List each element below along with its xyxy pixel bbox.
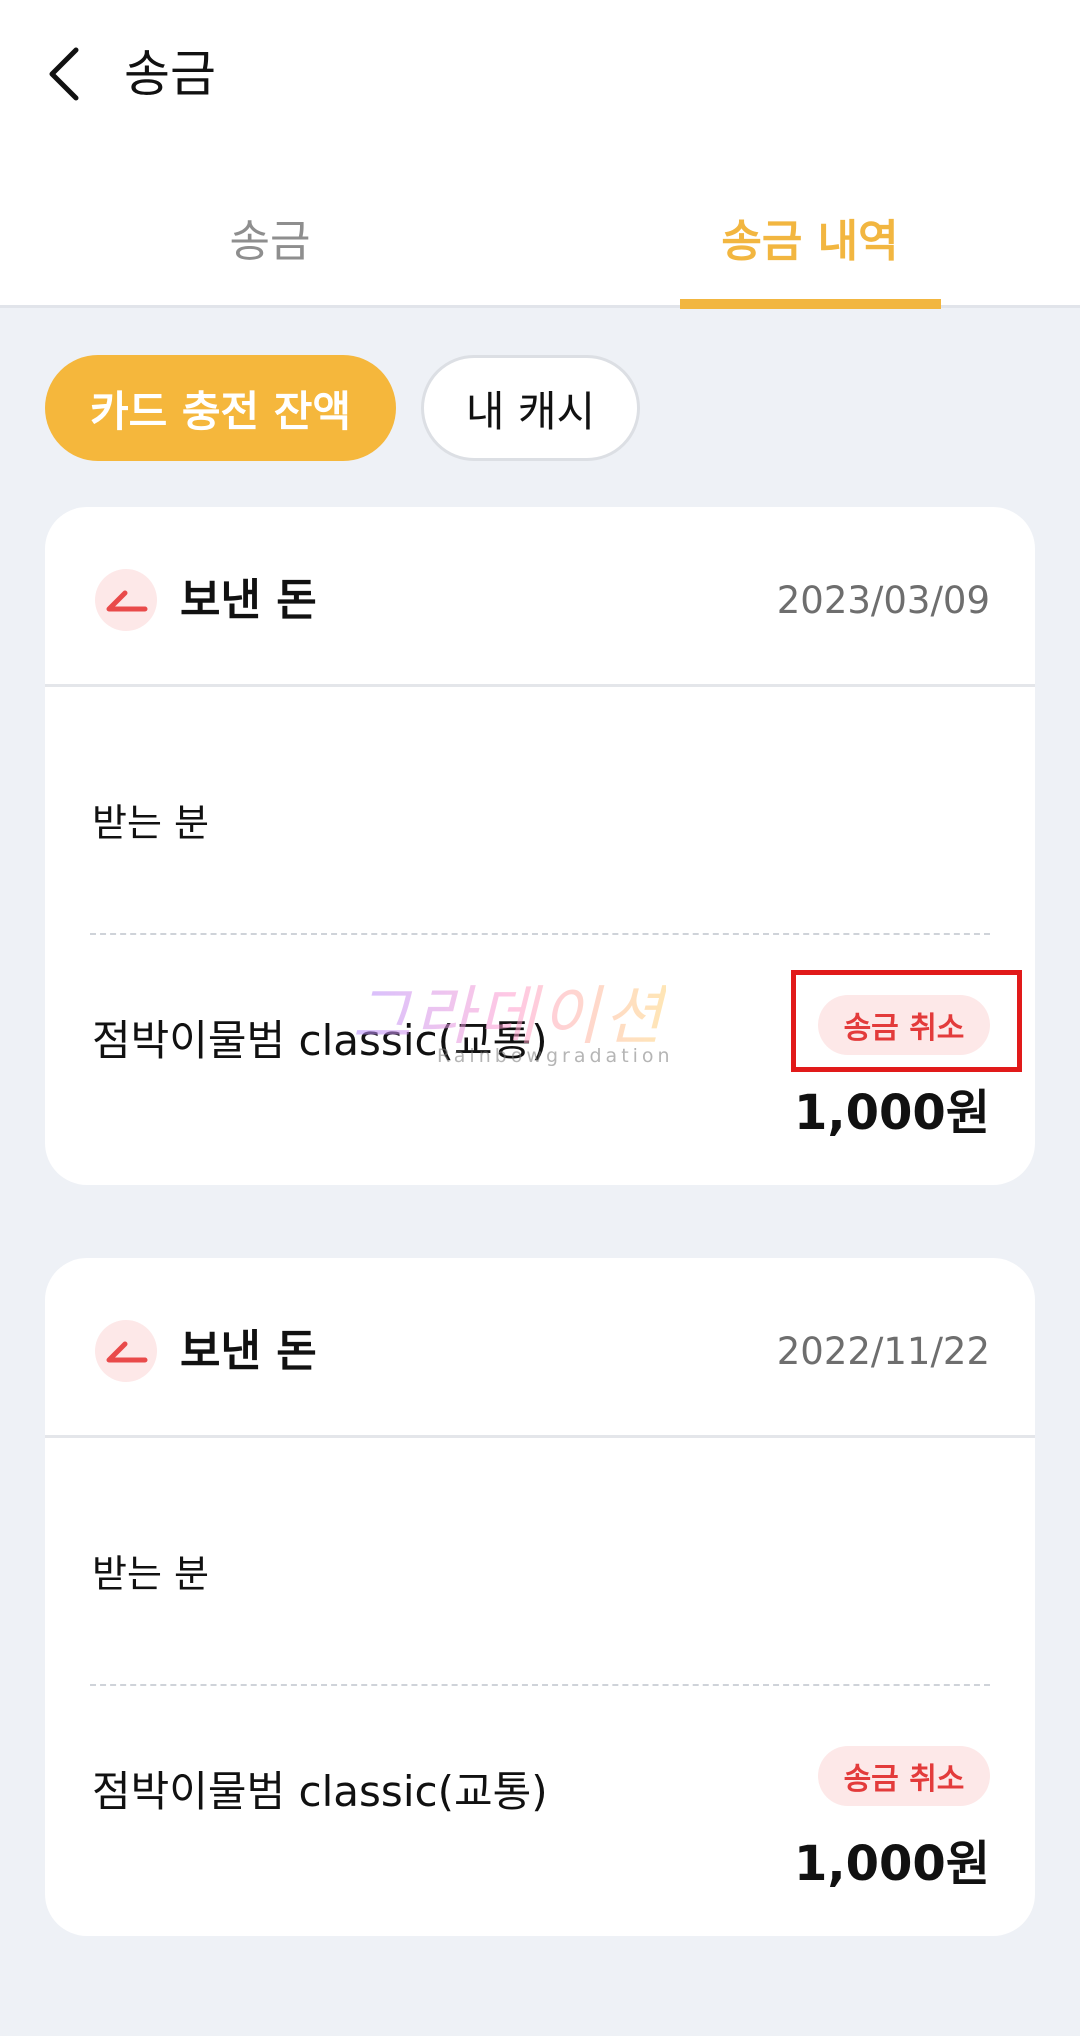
tab-send-label: 송금 xyxy=(229,216,311,267)
cancel-transfer-button[interactable]: 송금 취소 xyxy=(818,995,990,1055)
filter-my-cash[interactable]: 내 캐시 xyxy=(421,355,640,461)
sent-arrow-icon xyxy=(95,1320,157,1382)
recipient-label: 받는 분 xyxy=(92,801,209,845)
cancel-transfer-button[interactable]: 송금 취소 xyxy=(818,1746,990,1806)
recipient-label: 받는 분 xyxy=(92,1552,209,1596)
transaction-type: 보낸 돈 xyxy=(180,1326,317,1377)
filter-card-balance[interactable]: 카드 충전 잔액 xyxy=(45,355,396,461)
top-bar: 송금 송금 송금 내역 xyxy=(0,0,1080,309)
transaction-header: 보낸 돈 2022/11/22 xyxy=(45,1258,1035,1438)
active-tab-indicator xyxy=(680,299,941,309)
transaction-date: 2023/03/09 xyxy=(776,579,990,622)
transaction-amount: 1,000원 xyxy=(794,1085,990,1141)
transaction-card: 보낸 돈 2023/03/09 받는 분 점박이물범 classic(교통) 송… xyxy=(45,507,1035,1185)
back-button[interactable] xyxy=(40,44,100,104)
sent-arrow-icon xyxy=(95,569,157,631)
tab-send-history[interactable]: 송금 내역 xyxy=(680,205,940,305)
tab-send[interactable]: 송금 xyxy=(140,205,400,305)
transaction-date: 2022/11/22 xyxy=(776,1330,990,1373)
item-name: 점박이물범 classic(교통) xyxy=(92,1767,548,1816)
page-title: 송금 xyxy=(124,45,216,103)
divider xyxy=(90,933,990,935)
transaction-type: 보낸 돈 xyxy=(180,575,317,626)
transaction-amount: 1,000원 xyxy=(794,1836,990,1892)
item-name: 점박이물범 classic(교통) xyxy=(92,1016,548,1065)
transaction-card: 보낸 돈 2022/11/22 받는 분 점박이물범 classic(교통) 송… xyxy=(45,1258,1035,1936)
chevron-left-icon xyxy=(49,47,79,101)
transaction-header: 보낸 돈 2023/03/09 xyxy=(45,507,1035,687)
divider xyxy=(90,1684,990,1686)
tab-send-history-label: 송금 내역 xyxy=(721,216,899,267)
